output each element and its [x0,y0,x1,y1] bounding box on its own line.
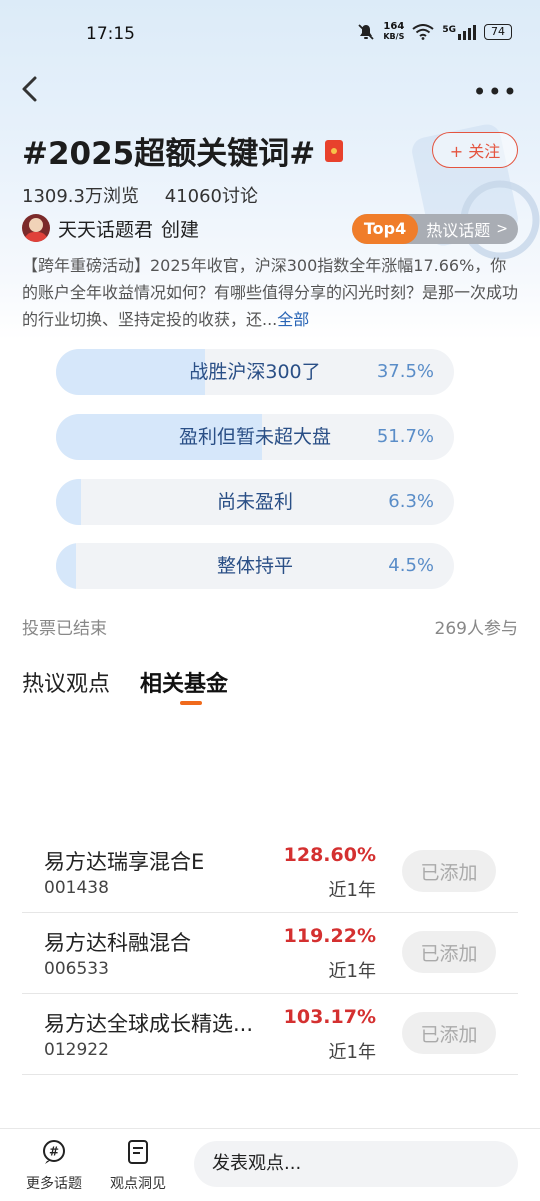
fund-code: 001438 [44,878,109,898]
expand-all-link[interactable]: 全部 [277,310,309,329]
fund-name[interactable]: 易方达科融混合 [44,927,191,957]
rank-category-label: 热议话题 [426,221,491,240]
vote-option-percent: 6.3% [388,491,434,512]
wifi-icon [412,24,434,40]
views-count: 1309.3万浏览 [22,186,139,207]
vote-option: 盈利但暂未超大盘 51.7% [56,414,454,460]
added-button[interactable]: 已添加 [402,1012,496,1054]
vote-option: 战胜沪深300了 37.5% [56,349,454,395]
discussions-count: 41060讨论 [164,186,258,207]
content-tabs: 热议观点 相关基金 [22,666,228,698]
topic-title-row: #2025超额关键词# [22,128,344,173]
fund-name[interactable]: 易方达瑞享混合E [44,846,204,876]
post-opinion-input[interactable]: 发表观点... [194,1141,518,1187]
fund-row[interactable]: 易方达瑞享混合E 001438 128.60% 近1年 已添加 [22,832,518,913]
tab-hot-opinions[interactable]: 热议观点 [22,666,110,698]
red-packet-icon[interactable] [325,139,344,162]
status-icons: 164 KB/S 5G 74 [357,22,512,42]
fund-return: 119.22% [283,925,376,947]
insights-button[interactable]: 观点洞见 [102,1139,174,1193]
rank-badge[interactable]: Top4 热议话题 > [351,214,518,244]
fund-period: 近1年 [328,1042,376,1063]
topic-stats: 1309.3万浏览 41060讨论 [22,182,278,208]
vote-option-percent: 4.5% [388,555,434,576]
follow-button[interactable]: + 关注 [432,132,518,168]
added-button[interactable]: 已添加 [402,931,496,973]
topic-title: #2025超额关键词# [22,136,316,172]
more-topics-button[interactable]: # 更多话题 [18,1139,90,1193]
svg-text:#: # [49,1145,59,1159]
vote-option: 整体持平 4.5% [56,543,454,589]
creator-name[interactable]: 天天话题君 [58,215,153,242]
bottom-bar: # 更多话题 观点洞见 发表观点... [0,1128,540,1201]
signal-indicator: 5G [442,24,476,40]
rank-top-label: Top4 [351,214,419,244]
fund-name[interactable]: 易方达全球成长精选... [44,1008,253,1038]
fund-period: 近1年 [328,880,376,901]
fund-period: 近1年 [328,961,376,982]
insights-label: 观点洞见 [110,1176,166,1192]
status-time: 17:15 [86,24,135,44]
vote-option-percent: 51.7% [376,426,434,447]
fund-return: 128.60% [283,844,376,866]
creator-row[interactable]: 天天话题君 创建 [22,214,199,242]
fund-row[interactable]: 易方达科融混合 006533 119.22% 近1年 已添加 [22,913,518,994]
tab-related-funds[interactable]: 相关基金 [140,666,228,698]
document-icon [128,1140,148,1164]
vote-status: 投票已结束 [22,619,107,639]
chevron-right-icon: > [496,221,508,237]
mute-bell-icon [358,24,374,40]
vote-option-percent: 37.5% [376,361,434,382]
creator-suffix: 创建 [161,218,200,241]
creator-avatar[interactable] [22,214,50,242]
more-topics-label: 更多话题 [26,1176,82,1192]
fund-return: 103.17% [283,1006,376,1028]
vote-participants: 269人参与 [434,619,518,639]
tab-active-indicator [180,701,202,705]
back-arrow-icon[interactable] [16,72,46,106]
fund-code: 006533 [44,959,109,979]
hashtag-icon: # [43,1140,65,1164]
status-bar: 17:15 164 KB/S 5G 74 [0,0,540,70]
vote-option: 尚未盈利 6.3% [56,479,454,525]
topic-description: 【跨年重磅活动】2025年收官，沪深300指数全年涨幅17.66%，你的账户全年… [22,256,519,329]
net-speed: 164 KB/S [383,21,405,42]
battery-indicator: 74 [484,24,512,40]
more-options-icon[interactable]: ••• [473,78,518,106]
fund-row[interactable]: 易方达全球成长精选... 012922 103.17% 近1年 已添加 [22,994,518,1075]
fund-code: 012922 [44,1040,109,1060]
added-button[interactable]: 已添加 [402,850,496,892]
